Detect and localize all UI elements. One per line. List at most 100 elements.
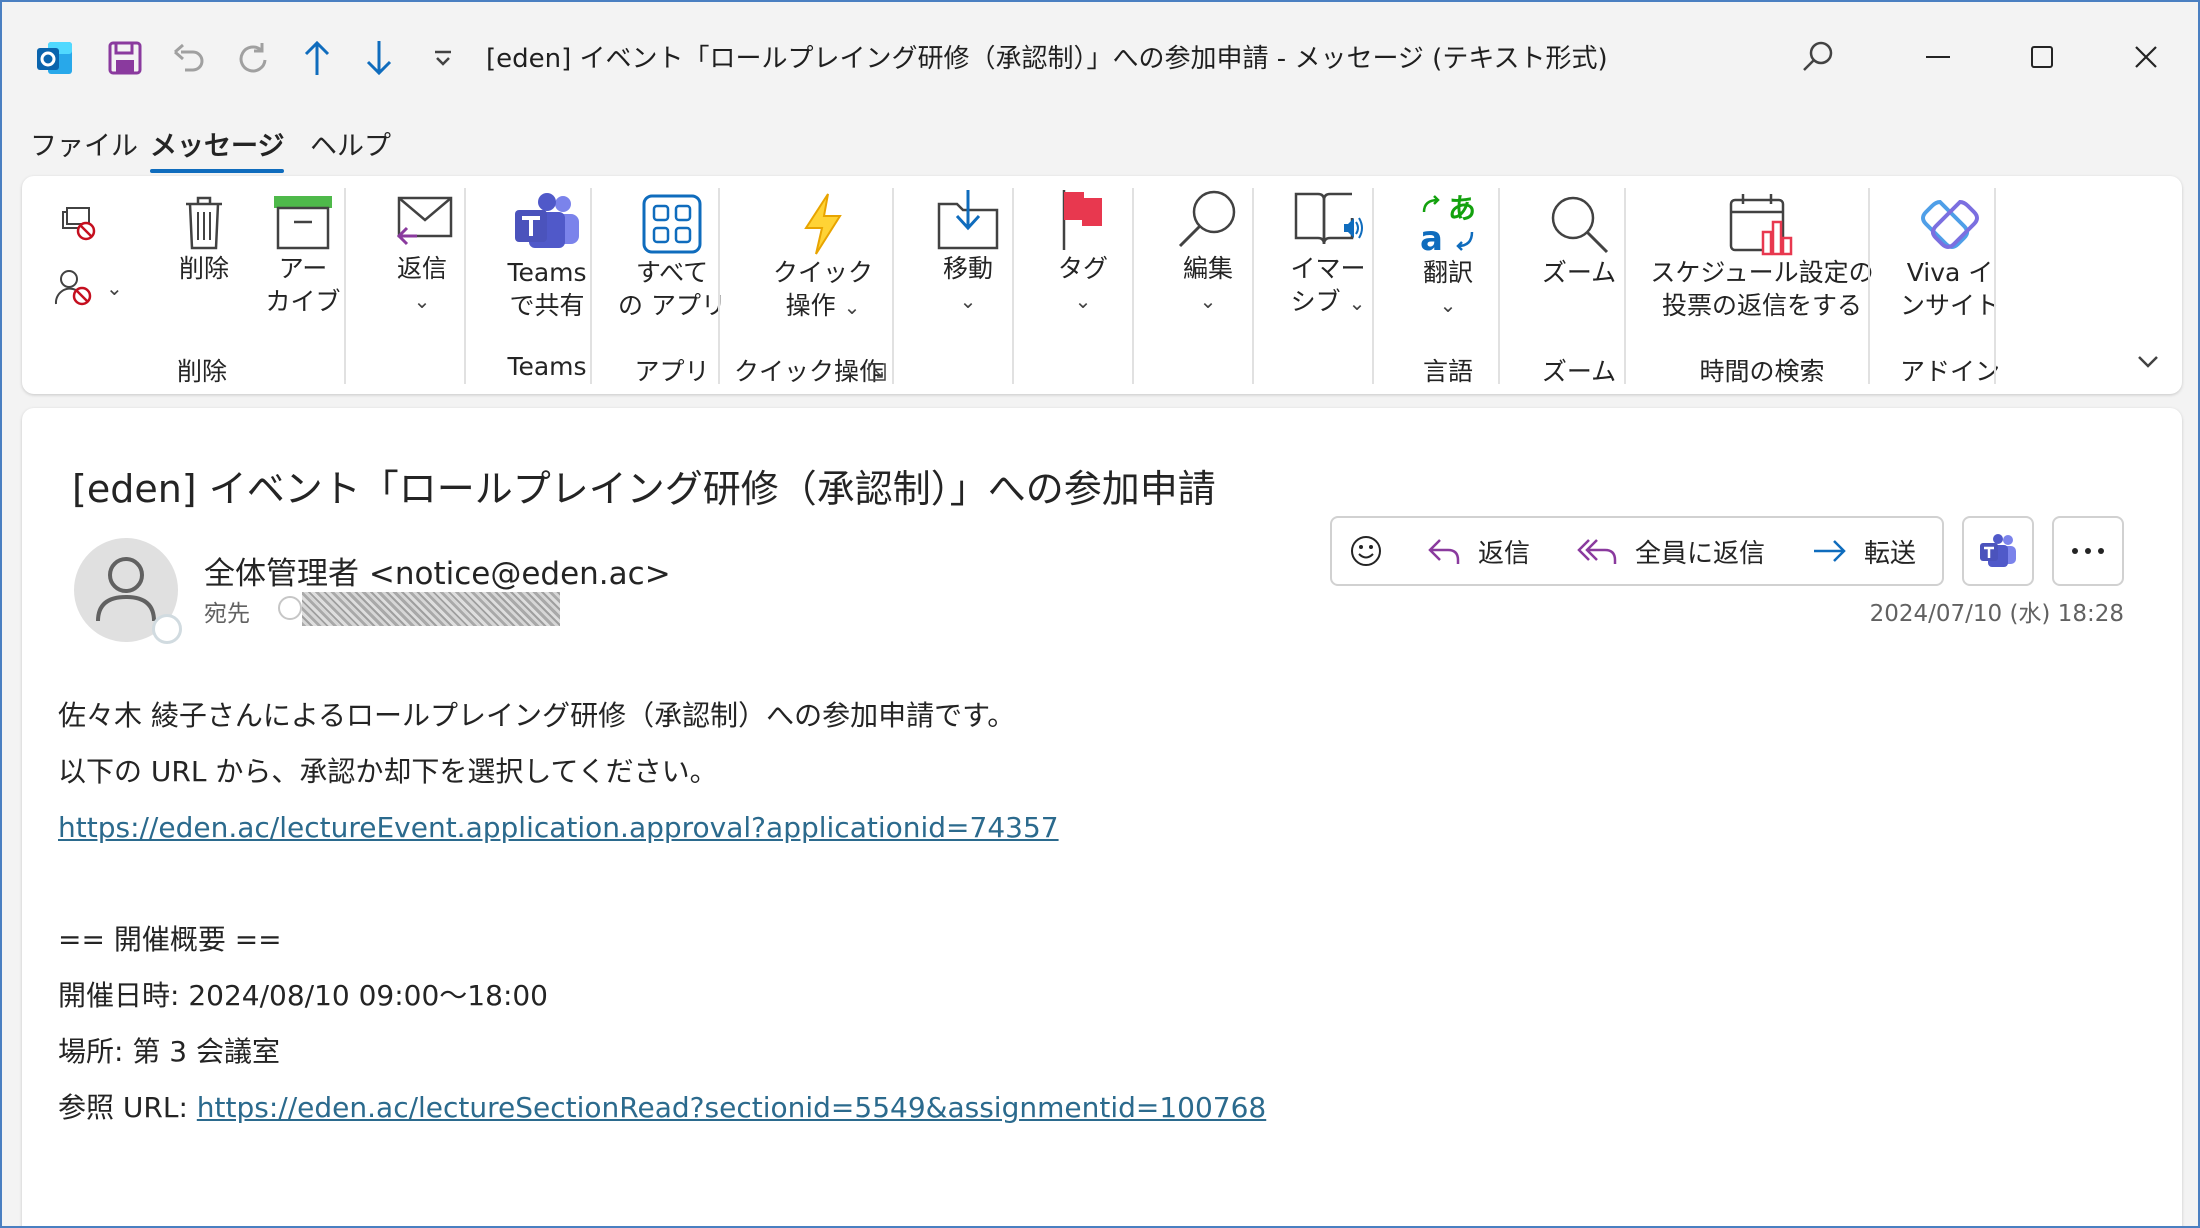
- forward-action-button[interactable]: 転送: [1786, 516, 1944, 586]
- immersive-label-line1: イマー: [1290, 254, 1366, 283]
- translate-label: 翻訳: [1422, 258, 1473, 287]
- tags-button[interactable]: タグ ⌄: [1028, 188, 1138, 318]
- window-title: [eden] イベント「ロールプレイング研修（承認制）」への参加申請 - メッセ…: [486, 44, 1608, 74]
- immersive-reader-button[interactable]: イマー シブ ⌄: [1268, 188, 1388, 320]
- ribbon: ⌄ 削除 アー カイブ 削除 返信 ⌄ Teams で共有 Teams すべて …: [22, 176, 2182, 394]
- body-line: == 開催概要 ==: [58, 923, 282, 956]
- minimize-icon[interactable]: [1908, 32, 1968, 82]
- move-label: 移動: [942, 254, 993, 283]
- save-icon[interactable]: [102, 32, 148, 84]
- ribbon-separator: [1252, 188, 1254, 384]
- more-actions-button[interactable]: [2052, 516, 2124, 586]
- ribbon-separator: [464, 188, 466, 384]
- group-add-in: アドイン: [1899, 357, 2000, 386]
- chevron-down-icon: ⌄: [959, 289, 977, 313]
- delete-button[interactable]: 削除: [154, 192, 254, 285]
- maximize-icon[interactable]: [2012, 32, 2072, 82]
- tab-file[interactable]: ファイル: [30, 124, 138, 163]
- viva-insights-button[interactable]: Viva イ ンサイト: [1884, 192, 2016, 322]
- share-to-teams-button[interactable]: Teams で共有: [482, 192, 612, 322]
- scheduling-poll-label-line1: スケジュール設定の: [1650, 258, 1874, 287]
- arrow-down-icon[interactable]: [356, 32, 402, 84]
- reply-with-scheduling-poll-button[interactable]: スケジュール設定の 投票の返信をする: [1642, 192, 1882, 322]
- customize-toolbar-icon[interactable]: [420, 32, 466, 84]
- teams-label-line2: で共有: [509, 291, 585, 320]
- forward-action-label: 転送: [1863, 538, 1916, 569]
- svg-text:あ: あ: [1448, 192, 1476, 225]
- editing-button[interactable]: 編集 ⌄: [1148, 188, 1268, 318]
- ribbon-separator: [590, 188, 592, 384]
- group-apps: アプリ: [634, 357, 710, 386]
- smiley-icon: [1351, 536, 1381, 566]
- ribbon-expand-chevron-icon[interactable]: [2128, 344, 2168, 377]
- body-blank-line: [58, 856, 1266, 912]
- tab-message[interactable]: メッセージ: [150, 124, 285, 173]
- arrow-up-icon[interactable]: [294, 32, 340, 84]
- immersive-reader-icon: [1294, 192, 1363, 245]
- outlook-app-icon[interactable]: [32, 32, 78, 84]
- recipient-redacted[interactable]: [302, 592, 560, 626]
- reference-link[interactable]: https://eden.ac/lectureSectionRead?secti…: [197, 1091, 1266, 1124]
- body-line: 以下の URL から、承認か却下を選択してください。: [58, 755, 718, 788]
- archive-label-line1: アー: [278, 254, 328, 283]
- search-icon[interactable]: [1788, 32, 1848, 82]
- reply-all-action-button[interactable]: 全員に返信: [1556, 516, 1788, 586]
- flag-icon: [1062, 190, 1102, 250]
- delete-label: 削除: [178, 254, 229, 283]
- archive-label-line2: カイブ: [265, 287, 341, 316]
- dialog-launcher-icon[interactable]: [864, 356, 890, 389]
- reaction-button[interactable]: [1330, 516, 1402, 586]
- redo-icon[interactable]: [230, 32, 276, 84]
- ribbon-separator: [892, 188, 894, 384]
- approval-link[interactable]: https://eden.ac/lectureEvent.application…: [58, 811, 1059, 844]
- search-icon: [1178, 190, 1236, 248]
- group-find-time: 時間の検索: [1699, 357, 1825, 386]
- title-bar: [eden] イベント「ロールプレイング研修（承認制）」への参加申請 - メッセ…: [2, 2, 2198, 112]
- editing-label: 編集: [1182, 254, 1233, 283]
- lightning-icon: [804, 193, 842, 255]
- presence-status-icon: [152, 614, 182, 644]
- outlook-message-window: [eden] イベント「ロールプレイング研修（承認制）」への参加申請 - メッセ…: [0, 0, 2200, 1228]
- reply-mail-icon: [396, 196, 453, 246]
- quick-steps-label-line1: クイック: [772, 258, 873, 287]
- ribbon-separator: [718, 188, 720, 384]
- chevron-down-icon: ⌄: [843, 295, 861, 319]
- archive-button[interactable]: アー カイブ: [248, 192, 358, 318]
- move-button[interactable]: 移動 ⌄: [908, 188, 1028, 318]
- sender-name[interactable]: 全体管理者 <notice@eden.ac>: [204, 548, 671, 593]
- svg-text:a: a: [1420, 219, 1443, 256]
- all-apps-button[interactable]: すべて の アプリ: [612, 192, 732, 322]
- group-delete: 削除: [176, 357, 227, 386]
- reply-action-button[interactable]: 返信: [1400, 516, 1558, 586]
- tab-help[interactable]: ヘルプ: [310, 124, 391, 163]
- more-options-icon: [2072, 548, 2104, 554]
- reply-all-arrow-icon: [1577, 539, 1617, 564]
- ignore-button[interactable]: [54, 204, 104, 244]
- share-to-teams-action-button[interactable]: [1962, 516, 2034, 586]
- message-subject: [eden] イベント「ロールプレイング研修（承認制）」への参加申請: [72, 467, 1216, 511]
- ribbon-separator: [1624, 188, 1626, 384]
- block-sender-button[interactable]: ⌄: [54, 268, 144, 308]
- close-icon[interactable]: [2116, 32, 2176, 82]
- body-line: 開催日時: 2024/08/10 09:00～18:00: [58, 979, 549, 1012]
- undo-icon[interactable]: [166, 32, 212, 84]
- body-line: 佐々木 綾子さんによるロールプレイング研修（承認制）への参加申請です。: [58, 699, 1016, 732]
- all-apps-label-line2: の アプリ: [618, 291, 726, 320]
- viva-label-line2: ンサイト: [1899, 291, 2000, 320]
- ribbon-separator: [1012, 188, 1014, 384]
- reply-action-label: 返信: [1477, 538, 1530, 569]
- ribbon-separator: [1868, 188, 1870, 384]
- zoom-icon: [1551, 196, 1609, 254]
- recipient-presence-icon: [278, 596, 302, 620]
- ribbon-tabs: ファイル メッセージ ヘルプ: [2, 120, 2198, 176]
- translate-button[interactable]: あ a 翻訳 ⌄: [1388, 192, 1508, 322]
- quick-steps-button[interactable]: クイック 操作 ⌄: [738, 192, 908, 324]
- apps-grid-icon: [642, 194, 702, 254]
- ribbon-separator: [1372, 188, 1374, 384]
- teams-icon: [515, 193, 579, 248]
- message-date: 2024/07/10 (水) 18:28: [1869, 601, 2124, 627]
- chevron-down-icon: ⌄: [1074, 289, 1092, 313]
- ribbon-separator: [1498, 188, 1500, 384]
- scheduling-poll-icon: [1729, 194, 1793, 256]
- group-language: 言語: [1422, 357, 1473, 386]
